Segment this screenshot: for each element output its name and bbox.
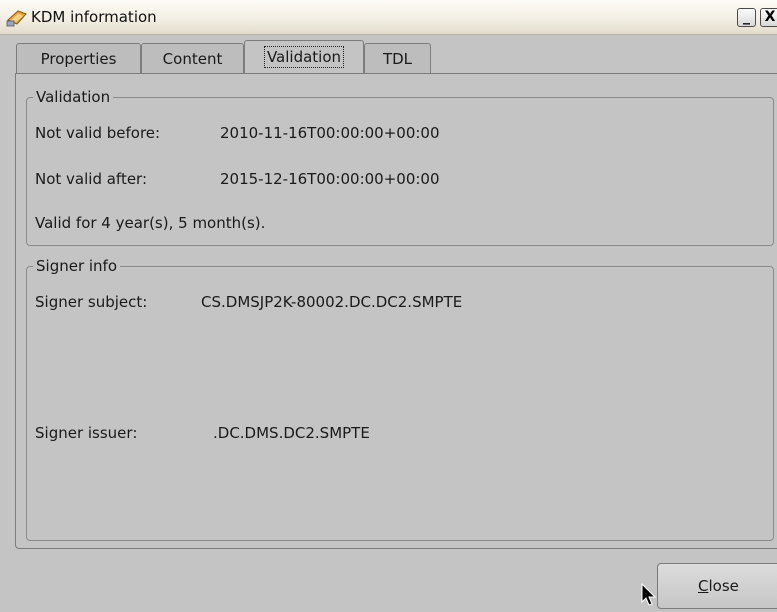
tab-properties[interactable]: Properties: [16, 43, 141, 73]
tab-tdl[interactable]: TDL: [364, 43, 431, 73]
close-x-icon: X: [764, 9, 776, 25]
signer-issuer-label: Signer issuer:: [35, 424, 138, 442]
tab-content[interactable]: Content: [141, 43, 244, 73]
not-valid-after-value: 2015-12-16T00:00:00+00:00: [220, 170, 440, 188]
close-button[interactable]: Close: [657, 563, 777, 609]
tab-label: Content: [162, 50, 223, 68]
not-valid-before-label: Not valid before:: [35, 124, 161, 142]
validity-summary: Valid for 4 year(s), 5 month(s).: [35, 214, 266, 232]
close-button-label: lose: [708, 577, 739, 595]
not-valid-before-value: 2010-11-16T00:00:00+00:00: [220, 124, 440, 142]
title-bar: KDM information _ X: [0, 0, 777, 35]
tab-label: TDL: [382, 50, 413, 68]
minimize-button[interactable]: _: [737, 8, 756, 27]
signer-subject-label: Signer subject:: [35, 293, 148, 311]
signer-info-group-legend: Signer info: [33, 256, 121, 276]
signer-info-group: Signer info Signer subject: CS.DMSJP2K-8…: [26, 256, 774, 541]
validation-group: Validation Not valid before: 2010-11-16T…: [26, 87, 774, 246]
window-title: KDM information: [31, 8, 157, 26]
tab-validation[interactable]: Validation: [244, 40, 364, 73]
not-valid-after-label: Not valid after:: [35, 170, 148, 188]
mouse-cursor-icon: [641, 583, 657, 606]
tab-label: Properties: [40, 50, 117, 68]
signer-issuer-value: .DC.DMS.DC2.SMPTE: [213, 424, 370, 442]
window-close-button[interactable]: X: [760, 8, 777, 27]
validation-tab-panel: Validation Not valid before: 2010-11-16T…: [15, 73, 777, 549]
close-button-mnemonic: C: [698, 577, 709, 595]
validation-group-legend: Validation: [33, 87, 114, 107]
tab-label: Validation: [263, 46, 345, 68]
signer-subject-value: CS.DMSJP2K-80002.DC.DC2.SMPTE: [201, 293, 463, 311]
minimize-icon: _: [743, 9, 750, 25]
kdm-key-icon: [6, 10, 27, 27]
